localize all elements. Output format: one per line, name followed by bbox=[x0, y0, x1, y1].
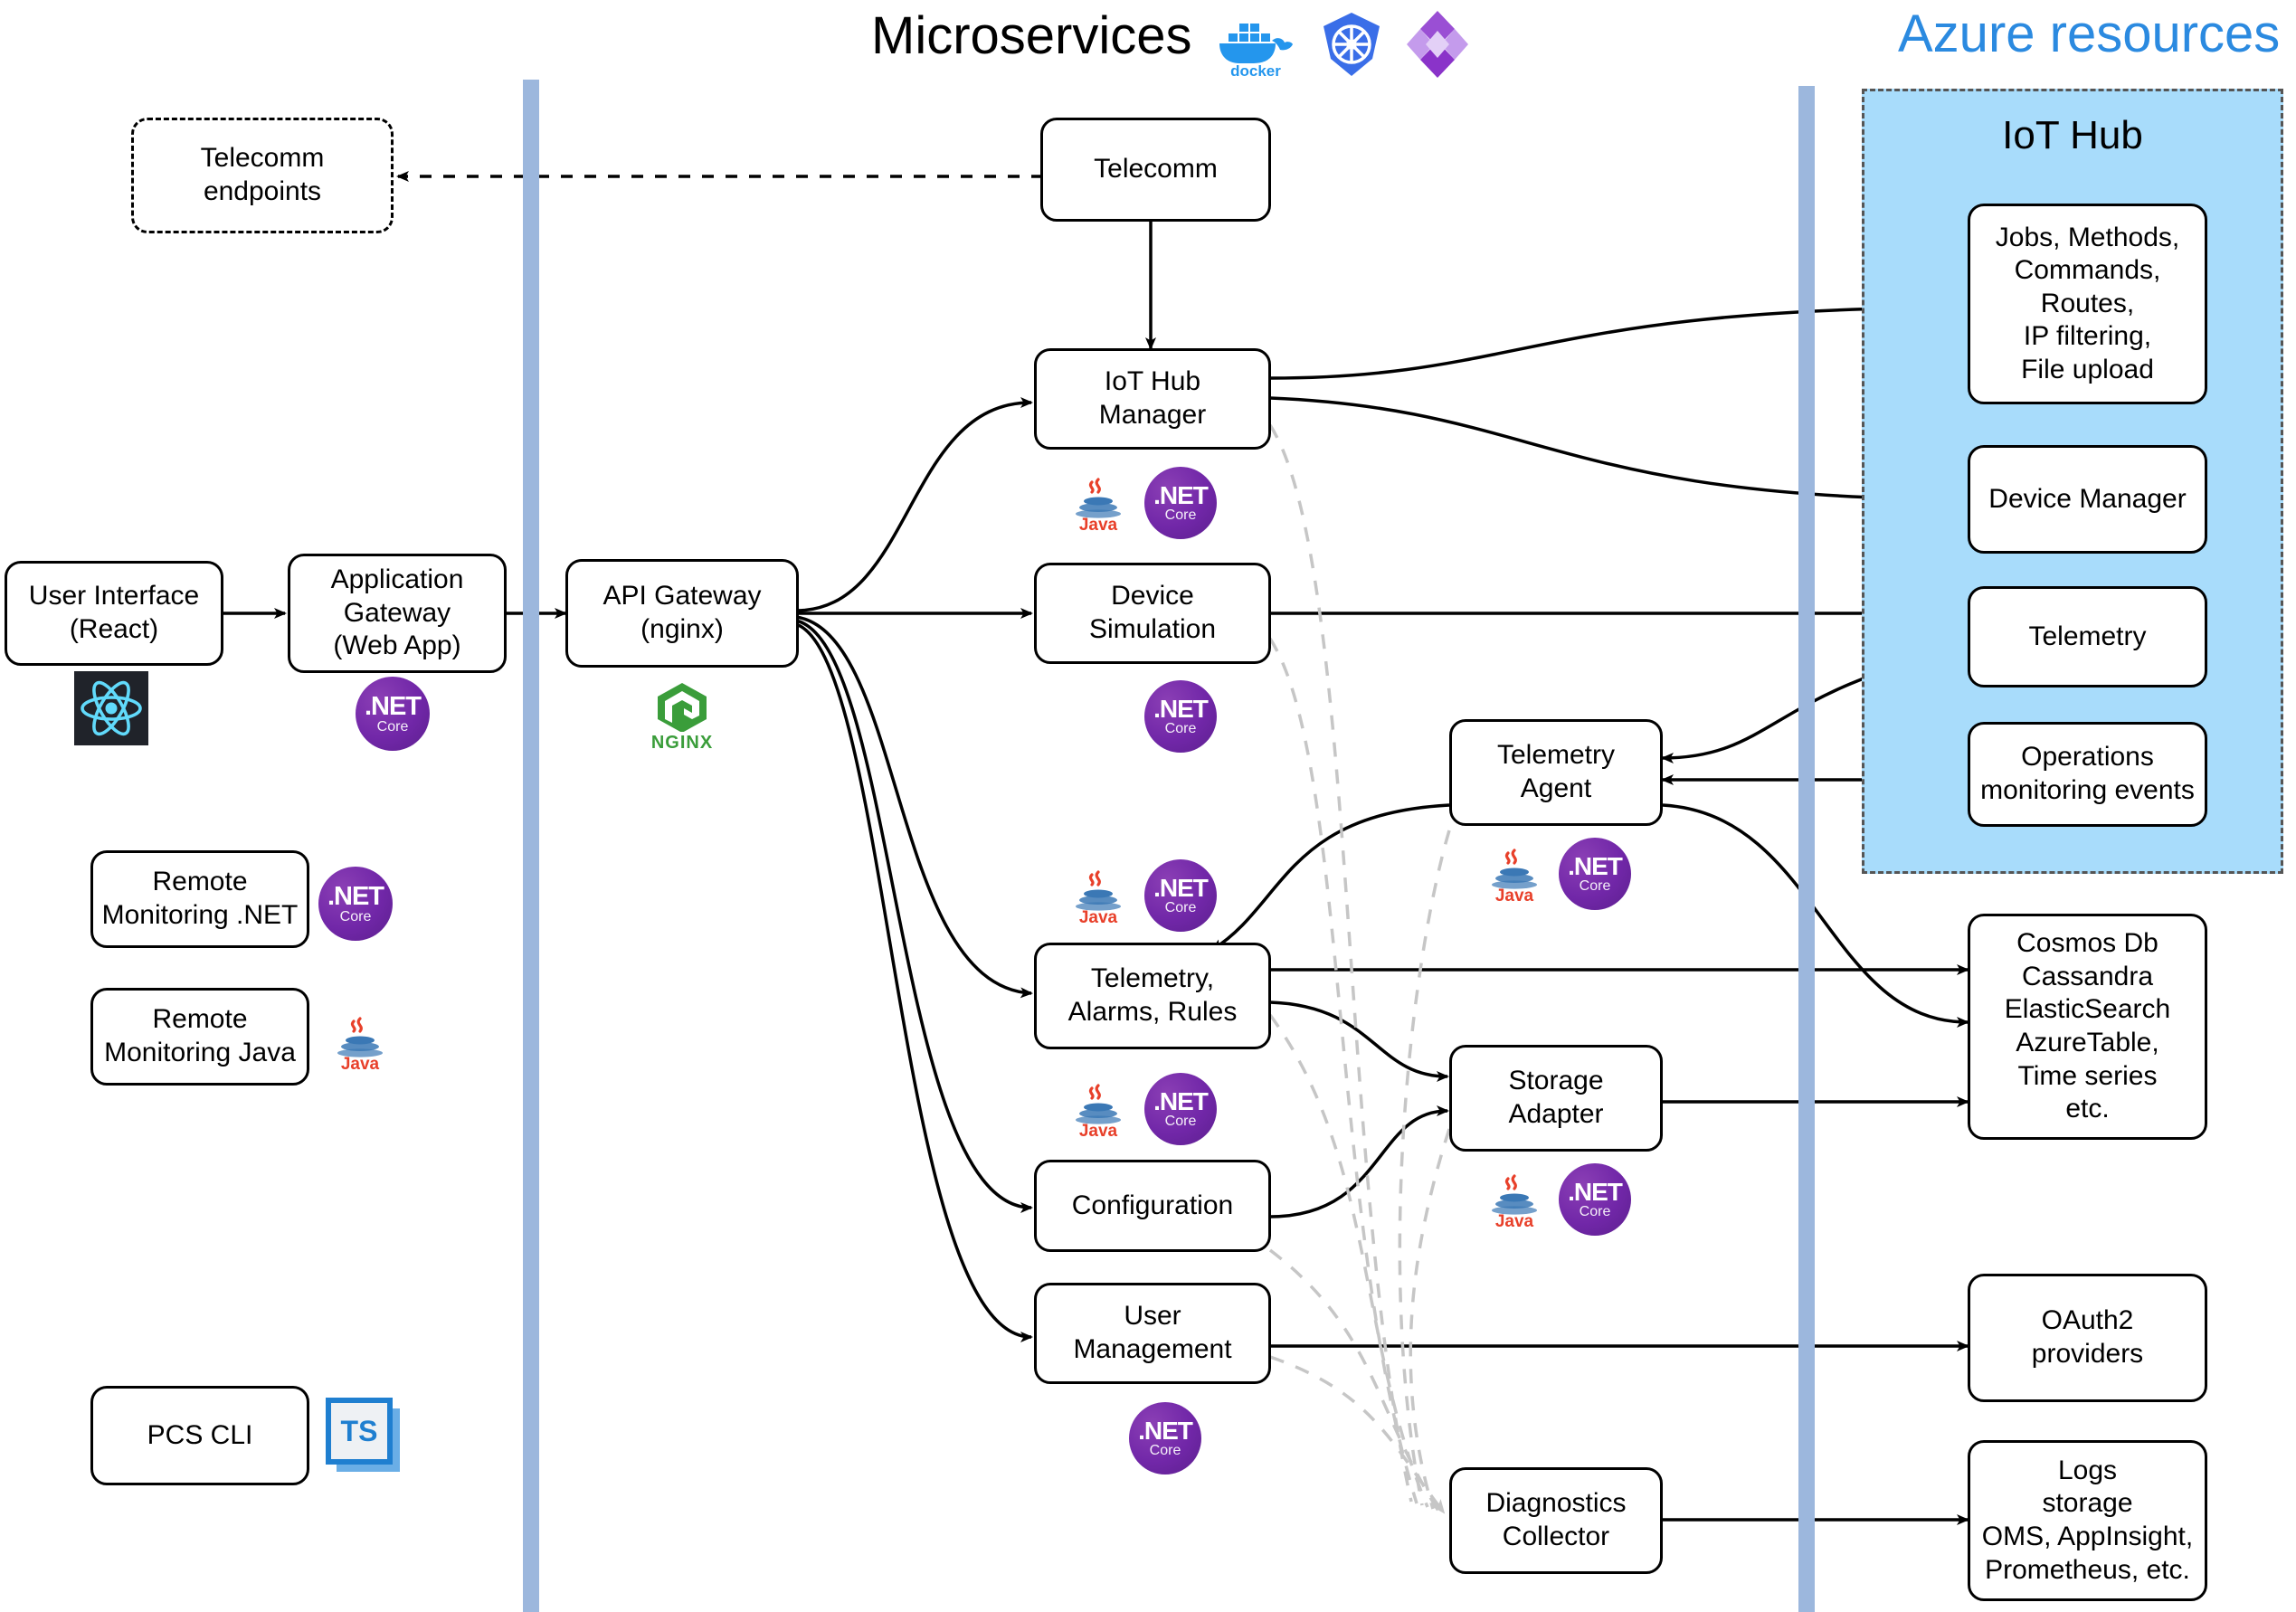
node-telecomm-endpoints[interactable]: Telecomm endpoints bbox=[131, 118, 394, 233]
dotnet-core-icon: .NET Core bbox=[1144, 859, 1217, 932]
dotnet-core-icon: .NET Core bbox=[318, 867, 393, 941]
edge-telemetryalarms-storageadapter bbox=[1269, 1000, 1449, 1082]
node-cosmos-db[interactable]: Cosmos Db Cassandra ElasticSearch AzureT… bbox=[1968, 914, 2207, 1140]
node-user-interface[interactable]: User Interface (React) bbox=[5, 561, 223, 666]
node-telemetry-alarms-rules[interactable]: Telemetry, Alarms, Rules bbox=[1034, 943, 1271, 1049]
service-fabric-icon bbox=[1402, 9, 1473, 80]
node-user-management[interactable]: User Management bbox=[1034, 1283, 1271, 1384]
edge-diag-storageadapter bbox=[1409, 1128, 1451, 1510]
java-icon: Java bbox=[1482, 839, 1547, 905]
separator-bar-left bbox=[523, 80, 539, 1612]
node-logs-storage[interactable]: Logs storage OMS, AppInsight, Prometheus… bbox=[1968, 1440, 2207, 1601]
nginx-icon: NGINX bbox=[633, 678, 731, 754]
node-configuration[interactable]: Configuration bbox=[1034, 1160, 1271, 1252]
edge-apigw-configuration bbox=[795, 619, 1033, 1213]
dotnet-core-icon: .NET Core bbox=[1144, 680, 1217, 753]
iot-hub-panel-label: IoT Hub bbox=[2002, 113, 2143, 157]
node-device-simulation[interactable]: Device Simulation bbox=[1034, 563, 1271, 664]
node-telecomm[interactable]: Telecomm bbox=[1040, 118, 1271, 222]
java-icon: Java bbox=[327, 1004, 393, 1073]
node-remote-monitoring-java[interactable]: Remote Monitoring Java bbox=[90, 988, 309, 1086]
node-iot-hub-manager[interactable]: IoT Hub Manager bbox=[1034, 348, 1271, 450]
dotnet-core-icon: .NET Core bbox=[356, 677, 430, 751]
java-icon: Java bbox=[1066, 469, 1131, 534]
node-operations-monitoring[interactable]: Operations monitoring events bbox=[1968, 722, 2207, 827]
node-device-manager[interactable]: Device Manager bbox=[1968, 445, 2207, 554]
java-icon: Java bbox=[1482, 1165, 1547, 1230]
separator-bar-right bbox=[1798, 86, 1815, 1612]
node-jobs-methods[interactable]: Jobs, Methods, Commands, Routes, IP filt… bbox=[1968, 204, 2207, 404]
java-icon: Java bbox=[1066, 861, 1131, 926]
java-icon: Java bbox=[1066, 1075, 1131, 1140]
node-azure-telemetry[interactable]: Telemetry bbox=[1968, 586, 2207, 687]
node-application-gateway[interactable]: Application Gateway (Web App) bbox=[288, 554, 507, 673]
dotnet-core-icon: .NET Core bbox=[1144, 467, 1217, 539]
node-oauth2-providers[interactable]: OAuth2 providers bbox=[1968, 1274, 2207, 1402]
edge-apigw-iothubmanager bbox=[795, 397, 1033, 612]
svg-text:docker: docker bbox=[1230, 62, 1281, 78]
edge-diag-telemetryagent bbox=[1398, 830, 1451, 1506]
dotnet-core-icon: .NET Core bbox=[1559, 838, 1631, 910]
edge-diag-telemetryalarms bbox=[1268, 1013, 1429, 1508]
dotnet-core-icon: .NET Core bbox=[1129, 1402, 1201, 1475]
docker-icon: docker bbox=[1212, 13, 1299, 80]
node-remote-monitoring-net[interactable]: Remote Monitoring .NET bbox=[90, 850, 309, 948]
node-api-gateway[interactable]: API Gateway (nginx) bbox=[565, 559, 799, 668]
node-diagnostics-collector[interactable]: Diagnostics Collector bbox=[1449, 1467, 1663, 1574]
azure-resources-title: Azure resources bbox=[1898, 5, 2281, 63]
node-storage-adapter[interactable]: Storage Adapter bbox=[1449, 1045, 1663, 1152]
dotnet-core-icon: .NET Core bbox=[1559, 1163, 1631, 1236]
edge-telemetryagent-telemetryalarms bbox=[1210, 803, 1450, 952]
typescript-icon: TS bbox=[326, 1398, 393, 1465]
edge-diag-devicesim bbox=[1268, 638, 1418, 1504]
node-telemetry-agent[interactable]: Telemetry Agent bbox=[1449, 719, 1663, 826]
node-pcs-cli[interactable]: PCS CLI bbox=[90, 1386, 309, 1485]
kubernetes-icon bbox=[1316, 9, 1387, 80]
react-icon bbox=[74, 671, 148, 745]
page-title: Microservices bbox=[871, 6, 1192, 65]
architecture-diagram: Microservices docker Azure resources IoT… bbox=[0, 0, 2296, 1612]
dotnet-core-icon: .NET Core bbox=[1144, 1073, 1217, 1145]
edge-diag-iothubmanager bbox=[1268, 424, 1413, 1503]
